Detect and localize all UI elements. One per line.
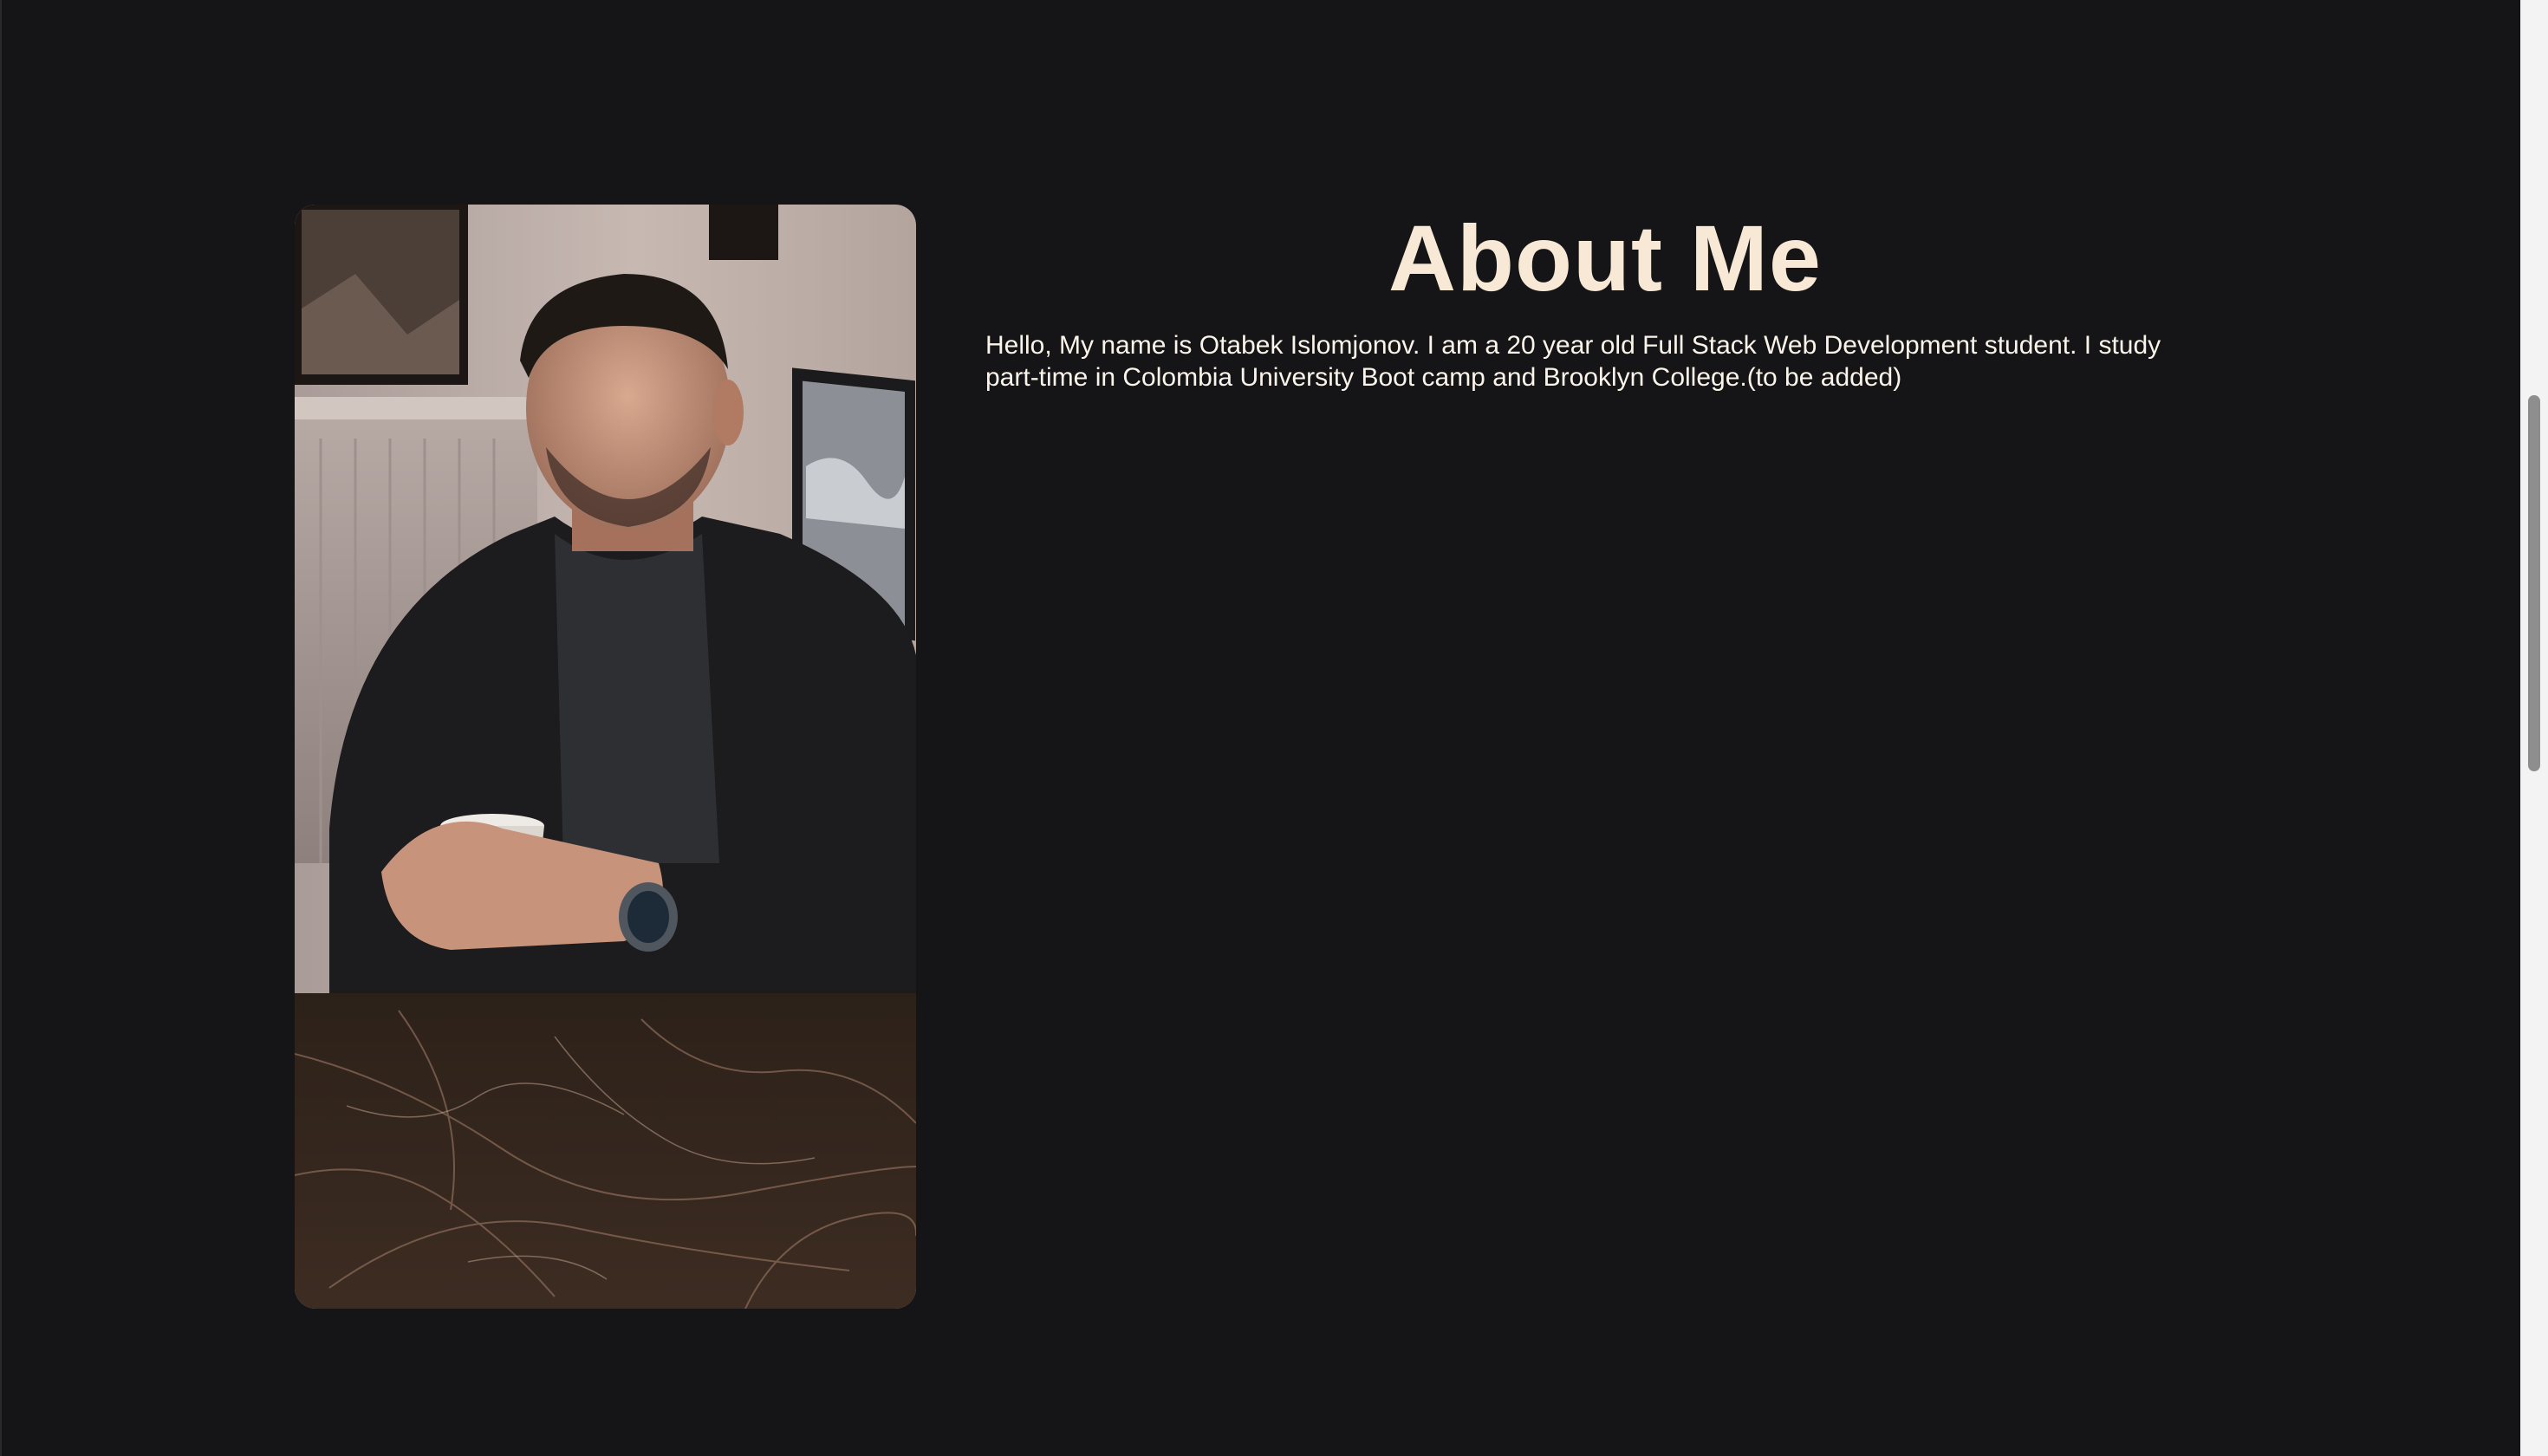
- page-edge: [0, 0, 2, 1456]
- about-page: About Me Hello, My name is Otabek Islomj…: [0, 0, 2520, 1456]
- scrollbar-thumb[interactable]: [2528, 395, 2540, 771]
- page-title: About Me: [1388, 205, 1822, 310]
- profile-photo: [295, 205, 916, 1309]
- bio-paragraph: Hello, My name is Otabek Islomjonov. I a…: [985, 331, 2161, 392]
